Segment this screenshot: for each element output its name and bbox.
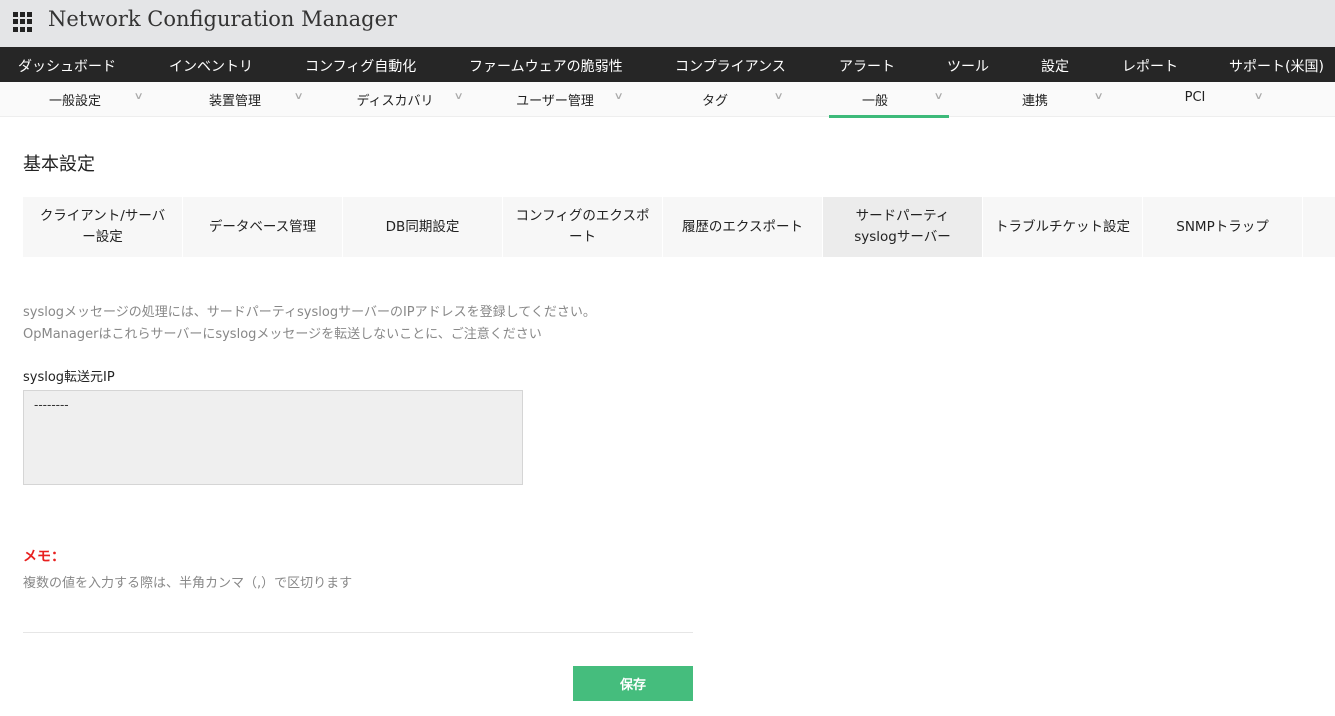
subnav-item[interactable]: 装置管理 ∨ xyxy=(160,82,320,117)
subnav-label: ディスカバリ xyxy=(356,94,434,109)
app-title: Network Configuration Manager xyxy=(48,7,398,31)
nav-inventory[interactable]: インベントリ xyxy=(169,56,253,76)
nav-alerts[interactable]: アラート xyxy=(839,56,895,76)
sub-nav: 一般設定 ∨ 装置管理 ∨ ディスカバリ ∨ ユーザー管理 ∨ タグ ∨ 一般 ∨ 連携 ∨ PCI ∨ xyxy=(0,82,1335,118)
settings-tab[interactable]: コンフィグのエクスポート xyxy=(503,197,663,257)
nav-tools[interactable]: ツール xyxy=(947,56,989,76)
syslog-ip-label: syslog転送元IP xyxy=(23,370,115,385)
nav-reports[interactable]: レポート xyxy=(1122,56,1178,76)
subnav-label: PCI xyxy=(1184,90,1206,105)
nav-config-automation[interactable]: コンフィグ自動化 xyxy=(305,56,416,76)
settings-tab[interactable]: クライアント/サーバー設定 xyxy=(23,197,183,257)
nav-firmware[interactable]: ファームウェアの脆弱性 xyxy=(469,56,623,76)
subnav-label: 一般設定 xyxy=(48,94,101,109)
memo-text: 複数の値を入力する際は、半角カンマ（,）で区切ります xyxy=(23,576,353,591)
app-header: Network Configuration Manager xyxy=(0,0,1335,47)
chevron-down-icon: ∨ xyxy=(133,91,144,102)
settings-tab[interactable]: データベース管理 xyxy=(183,197,343,257)
chevron-down-icon: ∨ xyxy=(933,91,944,102)
settings-tab[interactable]: サードパーティsyslogサーバー xyxy=(823,197,983,257)
nav-compliance[interactable]: コンプライアンス xyxy=(675,56,786,76)
settings-tab[interactable]: DB同期設定 xyxy=(343,197,503,257)
description-line: syslogメッセージの処理には、サードパーティsyslogサーバーのIPアドレ… xyxy=(23,305,596,320)
subnav-item[interactable]: 連携 ∨ xyxy=(960,82,1120,117)
subnav-item[interactable]: タグ ∨ xyxy=(640,82,800,117)
subnav-label: タグ xyxy=(701,94,728,109)
memo-title: メモ： xyxy=(23,549,65,565)
subnav-item[interactable]: 一般 ∨ xyxy=(800,82,960,118)
chevron-down-icon: ∨ xyxy=(1253,91,1264,102)
settings-tab[interactable]: トラブルチケット設定 xyxy=(983,197,1143,257)
chevron-down-icon: ∨ xyxy=(773,91,784,102)
settings-tabs: クライアント/サーバー設定 データベース管理 DB同期設定 コンフィグのエクスポート履… xyxy=(23,197,1335,257)
chevron-down-icon: ∨ xyxy=(613,91,624,102)
subnav-label: 連携 xyxy=(1021,94,1048,109)
subnav-item[interactable]: ユーザー管理 ∨ xyxy=(480,82,640,117)
subnav-item[interactable]: ディスカバリ ∨ xyxy=(320,82,480,117)
subnav-label: 装置管理 xyxy=(208,94,261,109)
nav-dashboard[interactable]: ダッシュボード xyxy=(18,56,116,76)
nav-settings[interactable]: 設定 xyxy=(1041,56,1069,76)
app-grid-icon[interactable] xyxy=(13,12,33,32)
description: syslogメッセージの処理には、サードパーティsyslogサーバーのIPアドレ… xyxy=(23,302,596,346)
subnav-label: 一般 xyxy=(861,94,888,109)
subnav-label: ユーザー管理 xyxy=(516,94,594,109)
save-button[interactable]: 保存 xyxy=(573,666,693,701)
description-line: OpManagerはこれらサーバーにsyslogメッセージを転送しないことに、ご… xyxy=(23,327,542,342)
settings-tab[interactable]: 履歴のエクスポート xyxy=(663,197,823,257)
chevron-down-icon: ∨ xyxy=(453,91,464,102)
chevron-down-icon: ∨ xyxy=(293,91,304,102)
subnav-item[interactable]: 一般設定 ∨ xyxy=(0,82,160,117)
syslog-ip-input[interactable]: -------- xyxy=(23,390,523,485)
settings-tab[interactable]: SNMPトラップ xyxy=(1143,197,1303,257)
chevron-down-icon: ∨ xyxy=(1093,91,1104,102)
subnav-item[interactable]: PCI ∨ xyxy=(1120,82,1280,117)
settings-tab-overflow[interactable] xyxy=(1303,197,1335,257)
nav-support[interactable]: サポート(米国) xyxy=(1229,56,1324,76)
page-title: 基本設定 xyxy=(23,154,95,175)
divider xyxy=(23,632,693,633)
top-nav: ダッシュボード インベントリ コンフィグ自動化 ファームウェアの脆弱性 コンプラ… xyxy=(0,47,1335,82)
